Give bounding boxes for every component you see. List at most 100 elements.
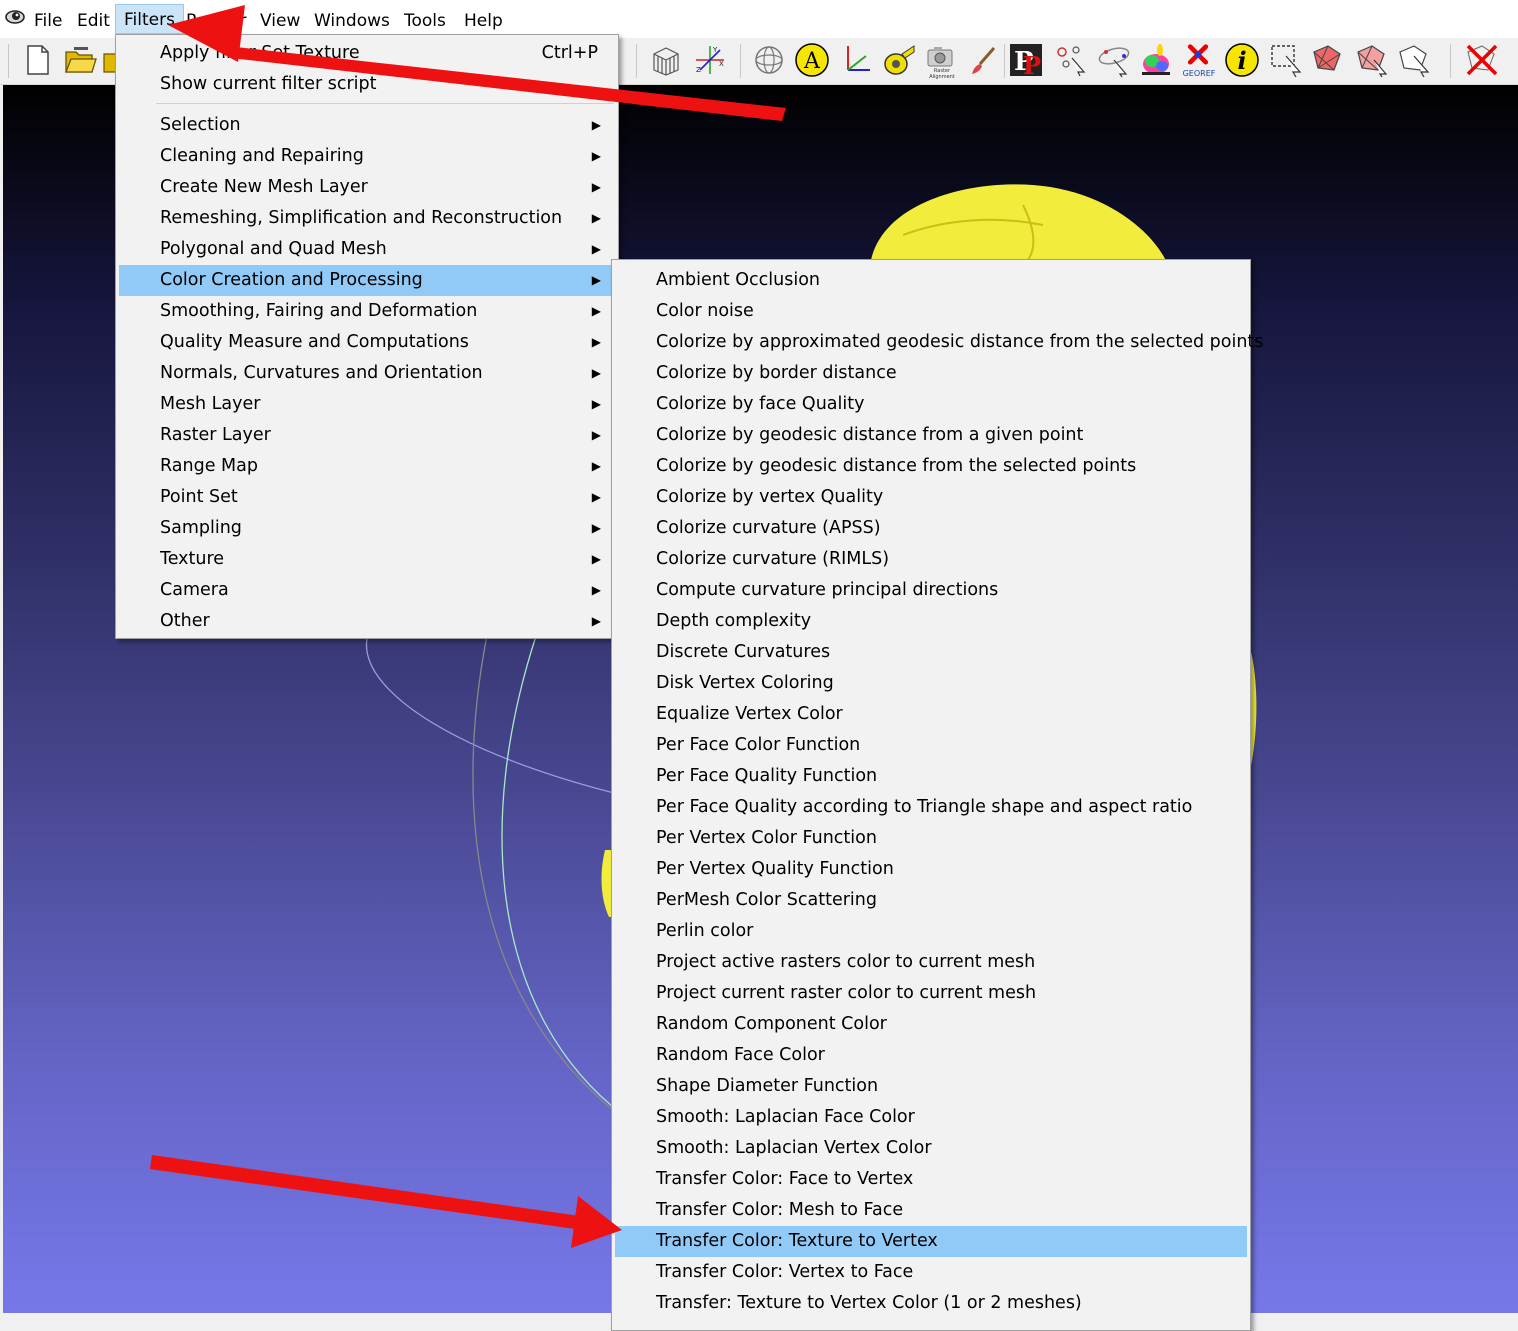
menu-windows[interactable]: Windows xyxy=(314,9,390,33)
color-item-permesh-color-scattering[interactable]: PerMesh Color Scattering xyxy=(615,885,1247,916)
filters-item-point-set[interactable]: Point Set ▶ xyxy=(119,482,615,513)
annotate-a-icon[interactable]: A xyxy=(794,42,830,78)
color-item-colorize-curvature-rimls[interactable]: Colorize curvature (RIMLS) xyxy=(615,544,1247,575)
colored-bunny-icon[interactable] xyxy=(1138,42,1174,78)
color-item-ambient-occlusion[interactable]: Ambient Occlusion xyxy=(615,265,1247,296)
submenu-arrow-icon: ▶ xyxy=(591,490,601,504)
select-vertices-icon[interactable] xyxy=(1354,42,1390,78)
color-item-project-current-raster-color-to-current-mesh[interactable]: Project current raster color to current … xyxy=(615,978,1247,1009)
color-item-smooth-laplacian-face-color[interactable]: Smooth: Laplacian Face Color xyxy=(615,1102,1247,1133)
filters-menu: Apply filter Set Texture Ctrl+P Show cur… xyxy=(115,34,619,639)
color-item-transfer-color-mesh-to-face[interactable]: Transfer Color: Mesh to Face xyxy=(615,1195,1247,1226)
filters-item-other[interactable]: Other ▶ xyxy=(119,606,615,637)
color-item-compute-curvature-principal-directions[interactable]: Compute curvature principal directions xyxy=(615,575,1247,606)
menu-view[interactable]: View xyxy=(260,9,300,33)
filters-item-mesh-layer[interactable]: Mesh Layer ▶ xyxy=(119,389,615,420)
delete-selection-icon[interactable] xyxy=(1464,42,1500,78)
color-item-colorize-by-geodesic-distance-from-the-selected-points[interactable]: Colorize by geodesic distance from the s… xyxy=(615,451,1247,482)
filters-item-label: Point Set xyxy=(160,487,238,507)
open-project-icon[interactable] xyxy=(102,42,116,78)
color-item-project-active-rasters-color-to-current-mesh[interactable]: Project active rasters color to current … xyxy=(615,947,1247,978)
filters-item-remeshing-simplification-and-reconstruction[interactable]: Remeshing, Simplification and Reconstruc… xyxy=(119,203,615,234)
filters-item-cleaning-and-repairing[interactable]: Cleaning and Repairing ▶ xyxy=(119,141,615,172)
color-item-colorize-by-approximated-geodesic-distance-from-the-selected-points[interactable]: Colorize by approximated geodesic distan… xyxy=(615,327,1263,358)
menu-render[interactable]: Render xyxy=(186,9,247,33)
color-item-random-component-color[interactable]: Random Component Color xyxy=(615,1009,1247,1040)
filters-item-polygonal-and-quad-mesh[interactable]: Polygonal and Quad Mesh ▶ xyxy=(119,234,615,265)
color-item-perlin-color[interactable]: Perlin color xyxy=(615,916,1247,947)
filters-item-create-new-mesh-layer[interactable]: Create New Mesh Layer ▶ xyxy=(119,172,615,203)
new-file-icon[interactable] xyxy=(20,42,56,78)
show-filter-script-label: Show current filter script xyxy=(160,74,377,94)
color-item-smooth-laplacian-vertex-color[interactable]: Smooth: Laplacian Vertex Color xyxy=(615,1133,1247,1164)
measure-tape-icon[interactable] xyxy=(880,42,916,78)
filters-item-texture[interactable]: Texture ▶ xyxy=(119,544,615,575)
color-item-colorize-by-geodesic-distance-from-a-given-point[interactable]: Colorize by geodesic distance from a giv… xyxy=(615,420,1247,451)
apply-filter-item[interactable]: Apply filter Set Texture Ctrl+P xyxy=(119,38,615,69)
svg-text:P: P xyxy=(1023,51,1041,78)
color-item-depth-complexity[interactable]: Depth complexity xyxy=(615,606,1247,637)
color-item-transfer-color-texture-to-vertex[interactable]: Transfer Color: Texture to Vertex xyxy=(615,1226,1247,1257)
color-item-transfer-color-vertex-to-face[interactable]: Transfer Color: Vertex to Face xyxy=(615,1257,1247,1288)
filters-item-color-creation-and-processing[interactable]: Color Creation and Processing ▶ xyxy=(119,265,615,296)
color-item-random-face-color[interactable]: Random Face Color xyxy=(615,1040,1247,1071)
filters-item-label: Smoothing, Fairing and Deformation xyxy=(160,301,478,321)
select-rect-icon[interactable] xyxy=(1268,42,1304,78)
point-align-icon[interactable] xyxy=(1052,42,1088,78)
filters-item-range-map[interactable]: Range Map ▶ xyxy=(119,451,615,482)
show-filter-script-item[interactable]: Show current filter script xyxy=(119,69,615,100)
filters-item-sampling[interactable]: Sampling ▶ xyxy=(119,513,615,544)
info-icon[interactable]: i xyxy=(1224,42,1260,78)
submenu-arrow-icon: ▶ xyxy=(591,552,601,566)
filters-item-selection[interactable]: Selection ▶ xyxy=(119,110,615,141)
color-item-transfer-color-face-to-vertex[interactable]: Transfer Color: Face to Vertex xyxy=(615,1164,1247,1195)
color-item-color-noise[interactable]: Color noise xyxy=(615,296,1247,327)
color-item-per-face-quality-function[interactable]: Per Face Quality Function xyxy=(615,761,1247,792)
color-item-colorize-by-vertex-quality[interactable]: Colorize by vertex Quality xyxy=(615,482,1247,513)
filters-item-label: Polygonal and Quad Mesh xyxy=(160,239,387,259)
filters-item-label: Remeshing, Simplification and Reconstruc… xyxy=(160,208,563,228)
color-item-transfer-texture-to-vertex-color-1-or-2-meshes[interactable]: Transfer: Texture to Vertex Color (1 or … xyxy=(615,1288,1247,1319)
axes-icon[interactable]: Y X Z xyxy=(692,42,728,78)
color-item-discrete-curvatures[interactable]: Discrete Curvatures xyxy=(615,637,1247,668)
submenu-arrow-icon: ▶ xyxy=(591,118,601,132)
filters-item-label: Texture xyxy=(160,549,225,569)
select-faces-icon[interactable] xyxy=(1310,42,1346,78)
color-item-per-vertex-color-function[interactable]: Per Vertex Color Function xyxy=(615,823,1247,854)
paint-brush-icon[interactable] xyxy=(966,42,1002,78)
submenu-arrow-icon: ▶ xyxy=(591,335,601,349)
select-connected-icon[interactable] xyxy=(1396,42,1432,78)
menu-file[interactable]: File xyxy=(34,9,62,33)
color-item-per-vertex-quality-function[interactable]: Per Vertex Quality Function xyxy=(615,854,1247,885)
toolbar-separator xyxy=(740,44,741,78)
bounding-box-icon[interactable] xyxy=(648,42,684,78)
color-item-colorize-curvature-apss[interactable]: Colorize curvature (APSS) xyxy=(615,513,1247,544)
color-item-colorize-by-face-quality[interactable]: Colorize by face Quality xyxy=(615,389,1247,420)
menu-help[interactable]: Help xyxy=(464,9,503,33)
filters-item-camera[interactable]: Camera ▶ xyxy=(119,575,615,606)
menu-tools[interactable]: Tools xyxy=(404,9,446,33)
filters-item-quality-measure-and-computations[interactable]: Quality Measure and Computations ▶ xyxy=(119,327,615,358)
sphere-icon[interactable] xyxy=(751,42,787,78)
app-logo-icon[interactable] xyxy=(4,6,26,28)
raster-alignment-camera-icon[interactable]: Raster Alignment xyxy=(922,42,958,80)
submenu-arrow-icon: ▶ xyxy=(591,211,601,225)
color-item-shape-diameter-function[interactable]: Shape Diameter Function xyxy=(615,1071,1247,1102)
color-item-colorize-by-border-distance[interactable]: Colorize by border distance xyxy=(615,358,1247,389)
filters-item-normals-curvatures-and-orientation[interactable]: Normals, Curvatures and Orientation ▶ xyxy=(119,358,615,389)
georef-icon[interactable]: GEOREF xyxy=(1180,42,1216,78)
menu-filters[interactable]: Filters xyxy=(115,4,184,34)
axis-trihedron-icon[interactable] xyxy=(838,42,874,78)
submenu-arrow-icon: ▶ xyxy=(591,180,601,194)
open-folder-icon[interactable] xyxy=(62,42,98,78)
submenu-arrow-icon: ▶ xyxy=(591,242,601,256)
color-item-disk-vertex-coloring[interactable]: Disk Vertex Coloring xyxy=(615,668,1247,699)
color-item-per-face-quality-according-to-triangle-shape-and-aspect-ratio[interactable]: Per Face Quality according to Triangle s… xyxy=(615,792,1247,823)
color-item-per-face-color-function[interactable]: Per Face Color Function xyxy=(615,730,1247,761)
manipulator-icon[interactable] xyxy=(1096,42,1132,78)
color-item-equalize-vertex-color[interactable]: Equalize Vertex Color xyxy=(615,699,1247,730)
filters-item-raster-layer[interactable]: Raster Layer ▶ xyxy=(119,420,615,451)
pickpoints-icon[interactable]: P P xyxy=(1008,42,1044,78)
menu-edit[interactable]: Edit xyxy=(77,9,110,33)
filters-item-smoothing-fairing-and-deformation[interactable]: Smoothing, Fairing and Deformation ▶ xyxy=(119,296,615,327)
